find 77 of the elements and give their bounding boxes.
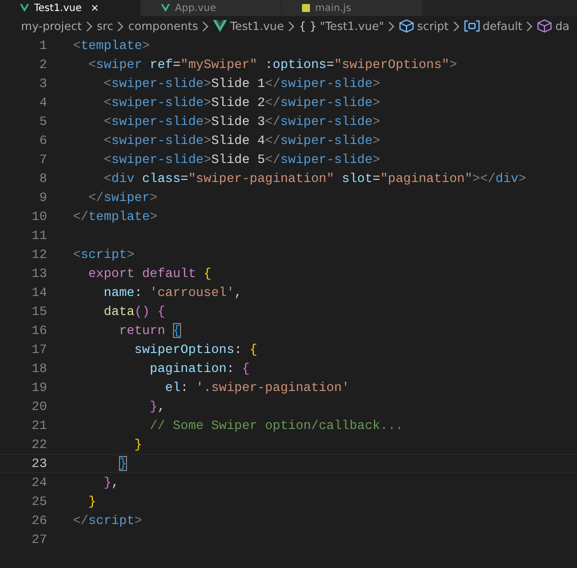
field-icon	[464, 20, 480, 32]
line-number: 10	[30, 209, 47, 224]
code-line: pagination: {	[148, 361, 250, 376]
line-number: 18	[30, 361, 47, 376]
vue-logo-icon	[20, 4, 29, 12]
code-line: </template>	[73, 209, 158, 224]
code-line: <swiper-slide>Slide 5</swiper-slide>	[102, 152, 380, 167]
code-line: <div class="swiper-pagination" slot="pagination"></div>	[102, 171, 526, 186]
breadcrumb-item[interactable]: my-project	[21, 20, 82, 32]
line-number: 25	[30, 494, 47, 509]
cube-icon	[399, 19, 414, 33]
chevron-icon	[452, 20, 460, 32]
line-number: 9	[38, 190, 47, 205]
code-line: </swiper>	[87, 190, 158, 205]
code-line: <swiper ref="mySwiper" :options="swiperOptions">	[87, 57, 458, 72]
line-number: 5	[38, 114, 47, 129]
line-number: 3	[38, 76, 47, 91]
code-line: }	[133, 437, 142, 452]
line-number: 6	[38, 133, 47, 148]
vue-logo-icon	[213, 20, 228, 32]
code-line: }	[118, 456, 127, 471]
line-number: 15	[30, 304, 47, 319]
breadcrumb-item[interactable]: default	[464, 20, 522, 32]
code-line: name: 'carrousel',	[102, 285, 242, 300]
code-line: },	[102, 475, 120, 490]
line-number: 22	[30, 437, 47, 452]
code-line: <swiper-slide>Slide 4</swiper-slide>	[102, 133, 380, 148]
line-number: 27	[30, 532, 47, 547]
code-line: <swiper-slide>Slide 3</swiper-slide>	[102, 114, 380, 129]
editor-tab[interactable]: main.js	[282, 0, 423, 16]
breadcrumb-item[interactable]: { } "Test1.vue"	[298, 20, 384, 32]
line-number: 2	[38, 57, 47, 72]
code-line: return {	[118, 323, 181, 338]
line-number: 12	[30, 247, 47, 262]
breadcrumb-item[interactable]: src	[96, 20, 114, 32]
code-line: <swiper-slide>Slide 1</swiper-slide>	[102, 76, 380, 91]
code-line: <swiper-slide>Slide 2</swiper-slide>	[102, 95, 380, 110]
breadcrumb-item[interactable]: da	[537, 19, 570, 33]
chevron-icon	[526, 20, 534, 32]
line-number: 21	[30, 418, 47, 433]
line-number: 1	[38, 38, 47, 53]
code-line: }	[87, 494, 96, 509]
code-line: export default {	[87, 266, 212, 281]
line-number: 16	[30, 323, 47, 338]
code-line: },	[148, 399, 166, 414]
code-line: swiperOptions: {	[133, 342, 258, 357]
line-number: 13	[30, 266, 47, 281]
code-line: // Some Swiper option/callback...	[148, 418, 404, 433]
line-number: 4	[38, 95, 47, 110]
code-line: <template>	[73, 38, 150, 53]
code-line: <script>	[73, 247, 134, 262]
line-number: 14	[30, 285, 47, 300]
breadcrumb-item[interactable]: Test1.vue	[213, 20, 284, 32]
line-number: 24	[30, 475, 47, 490]
line-number: 8	[38, 171, 47, 186]
chevron-icon	[117, 20, 124, 32]
line-number: 17	[30, 342, 47, 357]
chevron-icon	[288, 20, 295, 32]
code-line: </script>	[73, 513, 142, 528]
breadcrumb-item[interactable]: components	[128, 20, 198, 32]
editor-tab[interactable]: Test1.vue ×	[0, 0, 141, 16]
vue-logo-icon	[161, 4, 170, 12]
line-number: 11	[30, 228, 47, 243]
cube-icon	[537, 19, 552, 33]
chevron-icon	[86, 20, 93, 32]
editor-tab[interactable]: App.vue	[141, 0, 282, 16]
line-number: 19	[30, 380, 47, 395]
chevron-icon	[388, 20, 396, 32]
breadcrumb-item[interactable]: script	[399, 19, 449, 33]
js-file-icon	[302, 4, 310, 12]
line-number: 20	[30, 399, 47, 414]
line-number: 23	[30, 456, 47, 471]
code-line: el: '.swiper-pagination'	[164, 380, 350, 395]
chevron-icon	[202, 20, 210, 32]
code-line: data() {	[102, 304, 166, 319]
line-number: 26	[30, 513, 47, 528]
line-number: 7	[38, 152, 47, 167]
